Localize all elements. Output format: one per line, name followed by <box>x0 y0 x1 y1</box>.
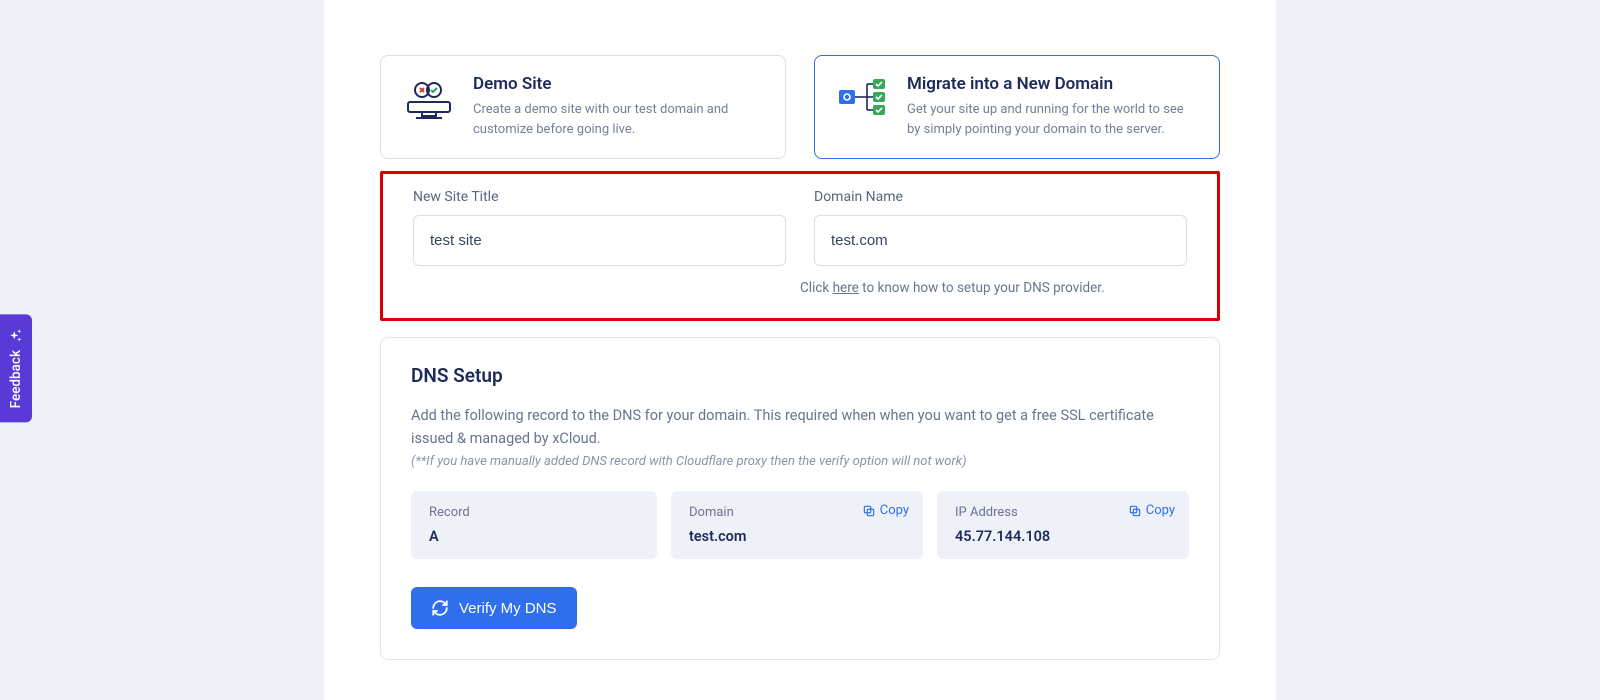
migrate-card-desc: Get your site up and running for the wor… <box>907 100 1197 140</box>
refresh-icon <box>431 599 449 617</box>
migrate-card-title: Migrate into a New Domain <box>907 74 1197 94</box>
dns-note: (**If you have manually added DNS record… <box>411 454 1189 469</box>
feedback-label: Feedback <box>8 350 24 408</box>
demo-site-card[interactable]: Demo Site Create a demo site with our te… <box>380 55 786 159</box>
dns-setup-card: DNS Setup Add the following record to th… <box>380 337 1220 660</box>
demo-site-icon <box>403 74 455 120</box>
dns-boxes-row: Record A Copy Domain test.com Copy <box>411 491 1189 559</box>
migrate-domain-card[interactable]: Migrate into a New Domain Get your site … <box>814 55 1220 159</box>
verify-btn-label: Verify My DNS <box>459 600 557 617</box>
record-value: A <box>429 528 439 545</box>
feedback-tab[interactable]: Feedback <box>0 314 32 422</box>
dns-record-box: Record A <box>411 491 657 559</box>
ip-box-value: 45.77.144.108 <box>955 528 1050 545</box>
option-cards-row: Demo Site Create a demo site with our te… <box>380 55 1220 159</box>
record-label: Record <box>429 505 639 520</box>
verify-dns-button[interactable]: Verify My DNS <box>411 587 577 629</box>
domain-name-input[interactable] <box>814 215 1187 266</box>
domain-name-label: Domain Name <box>814 189 903 205</box>
dns-helper-text: Click here to know how to setup your DNS… <box>800 280 1187 296</box>
copy-icon <box>1128 504 1142 518</box>
sparkle-icon <box>9 328 23 342</box>
main-panel: Demo Site Create a demo site with our te… <box>324 0 1276 700</box>
dns-help-link[interactable]: here <box>833 280 859 296</box>
demo-card-desc: Create a demo site with our test domain … <box>473 100 763 140</box>
demo-card-text: Demo Site Create a demo site with our te… <box>473 74 763 140</box>
domain-box-value: test.com <box>689 528 746 545</box>
copy-domain-button[interactable]: Copy <box>862 503 909 518</box>
migrate-domain-icon <box>837 74 889 120</box>
domain-name-group: Domain Name <box>814 186 1187 266</box>
helper-post: to know how to setup your DNS provider. <box>859 280 1105 296</box>
dns-domain-box: Copy Domain test.com <box>671 491 923 559</box>
dns-ip-box: Copy IP Address 45.77.144.108 <box>937 491 1189 559</box>
dns-description: Add the following record to the DNS for … <box>411 405 1189 450</box>
copy-domain-label: Copy <box>880 503 909 518</box>
site-title-group: New Site Title <box>413 186 786 266</box>
form-highlight-box: New Site Title Domain Name Click here to… <box>380 171 1220 321</box>
demo-card-title: Demo Site <box>473 74 763 94</box>
copy-ip-button[interactable]: Copy <box>1128 503 1175 518</box>
site-title-label: New Site Title <box>413 189 499 205</box>
migrate-card-text: Migrate into a New Domain Get your site … <box>907 74 1197 140</box>
helper-pre: Click <box>800 280 833 296</box>
site-title-input[interactable] <box>413 215 786 266</box>
copy-icon <box>862 504 876 518</box>
dns-heading: DNS Setup <box>411 364 1189 387</box>
copy-ip-label: Copy <box>1146 503 1175 518</box>
